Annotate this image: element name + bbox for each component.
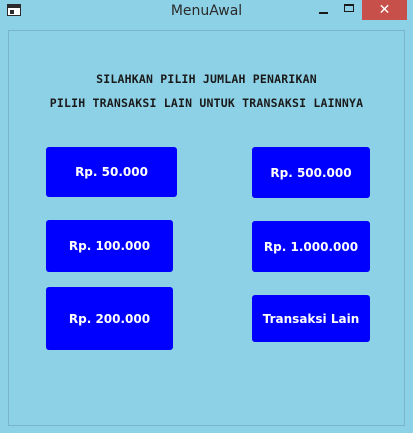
- amount-200000-button[interactable]: Rp. 200.000: [46, 287, 173, 350]
- amount-1000000-button[interactable]: Rp. 1.000.000: [252, 221, 370, 272]
- instruction-line-1: SILAHKAN PILIH JUMLAH PENARIKAN: [96, 72, 317, 86]
- other-transaction-button[interactable]: Transaksi Lain: [252, 295, 370, 342]
- close-icon[interactable]: ✕: [362, 0, 407, 20]
- amount-500000-button[interactable]: Rp. 500.000: [252, 147, 370, 198]
- minimize-icon[interactable]: [310, 0, 336, 20]
- app-window: MenuAwal ✕ SILAHKAN PILIH JUMLAH PENARIK…: [0, 0, 413, 433]
- amount-50000-button[interactable]: Rp. 50.000: [46, 147, 177, 197]
- maximize-icon[interactable]: [336, 0, 362, 20]
- amount-100000-button[interactable]: Rp. 100.000: [46, 220, 173, 272]
- instruction-line-2: PILIH TRANSAKSI LAIN UNTUK TRANSAKSI LAI…: [49, 96, 364, 110]
- title-bar[interactable]: MenuAwal ✕: [0, 0, 413, 23]
